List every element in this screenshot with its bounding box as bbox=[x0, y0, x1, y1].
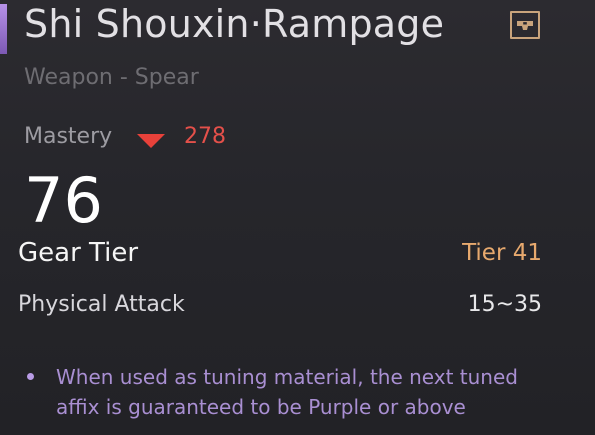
mastery-label: Mastery bbox=[24, 124, 113, 149]
item-name: Shi Shouxin·Rampage bbox=[24, 2, 445, 46]
item-tooltip: Shi Shouxin·Rampage Weapon - Spear Maste… bbox=[0, 0, 595, 435]
item-score: 76 bbox=[24, 164, 103, 237]
stat-value: 15~35 bbox=[467, 292, 542, 317]
gear-tier-label: Gear Tier bbox=[18, 238, 139, 268]
bullet-icon bbox=[27, 373, 34, 380]
lock-icon[interactable] bbox=[510, 11, 540, 39]
mastery-value: 278 bbox=[184, 124, 226, 149]
gear-tier-value: Tier 41 bbox=[462, 240, 542, 266]
item-type: Weapon - Spear bbox=[24, 65, 199, 90]
stat-label: Physical Attack bbox=[18, 292, 185, 317]
down-triangle-icon bbox=[137, 134, 165, 148]
special-effect-text: When used as tuning material, the next t… bbox=[56, 365, 518, 419]
rarity-accent-bar bbox=[0, 4, 7, 54]
lock-icon-graphic bbox=[517, 21, 533, 30]
